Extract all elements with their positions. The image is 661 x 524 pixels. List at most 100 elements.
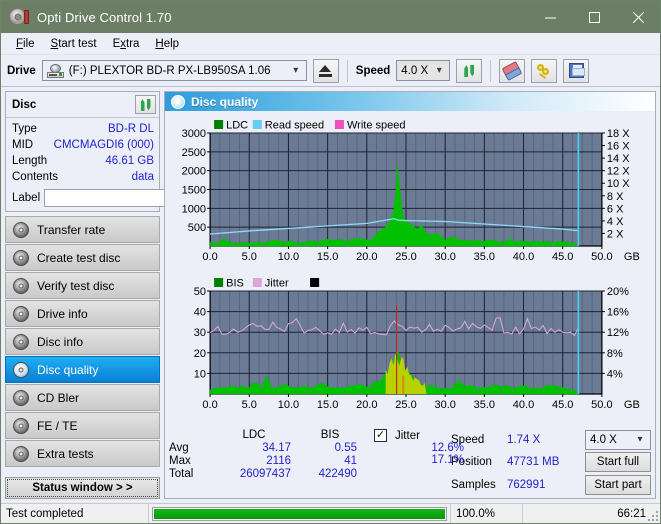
svg-text:1500: 1500 [182,185,207,197]
disc-type-value: BD-R DL [107,123,154,135]
menu-file-rest: ile [23,37,35,50]
svg-text:15.0: 15.0 [317,251,338,263]
refresh-icon [138,97,154,113]
progress-bar-fill [154,508,445,519]
ldc-read-speed-chart: LDC Read speed Write speed 500 1000 1500 2000 2… [165,111,655,271]
close-icon[interactable] [616,1,660,33]
main-panel-header: Disc quality [165,92,655,111]
refresh-button[interactable] [456,58,483,83]
menu-help-rest: elp [163,37,180,50]
app-window: Opti Drive Control 1.70 File Start test … [0,0,661,524]
disc-contents-key: Contents [12,171,59,183]
start-part-button[interactable]: Start part [585,475,651,496]
position-value: 47731 MB [507,456,560,469]
sidebar-item-transfer-rate[interactable]: Transfer rate [5,216,160,243]
svg-text:0.0: 0.0 [202,251,217,263]
disc-icon [13,389,29,406]
sidebar-item-label: Create test disc [37,250,121,265]
maximize-icon[interactable] [572,1,616,33]
svg-text:12 X: 12 X [607,166,630,178]
sidebar-item-label: Disc info [37,334,84,349]
window-controls [528,1,660,33]
disc-info-panel: Disc Type BD-R DL MID CMCMAGDI6 (000) Le… [5,91,220,212]
svg-text:LDC: LDC [226,120,248,132]
sidebar-item-extra-tests[interactable]: Extra tests [5,440,160,467]
progress-percent: 100.0% [451,504,523,523]
disc-label-key: Label [12,191,41,204]
results-total-ldc: 26097437 [239,468,291,480]
sidebar: Disc Type BD-R DL MID CMCMAGDI6 (000) Le… [5,91,220,499]
svg-text:30.0: 30.0 [434,399,455,411]
svg-text:18 X: 18 X [607,128,630,140]
sidebar-item-disc-quality[interactable]: Disc quality [5,356,160,383]
jitter-checkbox[interactable]: ✓ [374,429,387,442]
keys-button[interactable] [531,58,558,83]
toolbar-divider [346,59,348,82]
body-area: Disc Type BD-R DL MID CMCMAGDI6 (000) Le… [1,87,660,503]
sidebar-item-label: Transfer rate [37,222,106,237]
svg-text:10: 10 [194,368,206,380]
disc-contents-value: data [131,171,154,183]
disc-icon [13,361,29,378]
status-window-button[interactable]: Status window > > [5,477,160,499]
svg-text:1000: 1000 [182,203,207,215]
drive-select-value: (F:) PLEXTOR BD-R PX-LB950SA 1.06 [68,64,271,77]
svg-text:20%: 20% [607,286,629,298]
sidebar-item-drive-info[interactable]: Drive info [5,300,160,327]
sidebar-item-label: Disc quality [37,362,99,377]
eject-icon [319,64,333,77]
disc-row-mid: MID CMCMAGDI6 (000) [12,137,154,153]
disc-properties: Type BD-R DL MID CMCMAGDI6 (000) Length … [6,118,220,211]
chevron-down-icon: ▾ [293,65,299,76]
speed-select-value: 4.0 X [401,64,429,77]
menu-item-start-test[interactable]: Start test [44,36,104,52]
disc-icon [13,417,29,434]
svg-text:12%: 12% [607,327,629,339]
results-table: LDC BIS Avg 34.17 0.55 Max 2116 41 Total… [169,429,464,496]
sidebar-item-disc-info[interactable]: Disc info [5,328,160,355]
keys-icon [536,63,552,79]
sidebar-item-create-test-disc[interactable]: Create test disc [5,244,160,271]
results-row-label: Total [169,468,194,480]
speed-label: Speed [355,64,391,77]
test-speed-select[interactable]: 4.0 X ▾ [585,429,651,450]
menu-item-help[interactable]: Help [148,36,186,52]
jitter-header: ✓ Jitter [374,429,466,442]
start-full-button[interactable]: Start full [585,452,651,473]
disc-icon [13,445,29,462]
resize-grip[interactable] [646,509,658,521]
erase-button[interactable] [499,58,526,83]
svg-text:2500: 2500 [182,147,207,159]
menu-item-extra[interactable]: Extra [106,36,147,52]
svg-text:10.0: 10.0 [278,251,299,263]
bis-jitter-chart: BIS Jitter 10 20 30 40 50 4% 8% 12% 16% 20% 0.0 5.0 10… [165,271,655,419]
disc-panel-title: Disc [12,98,37,111]
svg-text:4 X: 4 X [607,216,624,228]
results-avg-bis: 0.55 [334,442,357,454]
disc-refresh-button[interactable] [135,95,156,114]
samples-label: Samples [451,479,496,492]
results-max-ldc: 2116 [266,455,291,467]
menu-item-file[interactable]: File [9,36,42,52]
speed-select[interactable]: 4.0 X ▾ [396,60,451,81]
disc-icon [13,333,29,350]
sidebar-item-fe-te[interactable]: FE / TE [5,412,160,439]
results-total-bis: 422490 [318,468,357,480]
disc-type-key: Type [12,123,37,135]
drive-select[interactable]: (F:) PLEXTOR BD-R PX-LB950SA 1.06 ▾ [41,60,307,81]
svg-text:8%: 8% [607,348,623,360]
charts-area: LDC Read speed Write speed 500 1000 1500 2000 2… [165,111,655,426]
svg-text:Write speed: Write speed [347,120,406,132]
eject-button[interactable] [312,58,339,83]
minimize-icon[interactable] [528,1,572,33]
disc-length-key: Length [12,155,48,167]
save-button[interactable] [563,58,590,83]
svg-text:50.0: 50.0 [591,251,612,263]
sidebar-item-cd-bler[interactable]: CD Bler [5,384,160,411]
sidebar-item-verify-test-disc[interactable]: Verify test disc [5,272,160,299]
svg-text:GB: GB [624,251,640,263]
chevron-down-icon: ▾ [637,434,643,446]
svg-text:Jitter: Jitter [265,278,289,290]
results-panel: LDC BIS Avg 34.17 0.55 Max 2116 41 Total… [165,426,655,498]
svg-text:30: 30 [194,327,206,339]
